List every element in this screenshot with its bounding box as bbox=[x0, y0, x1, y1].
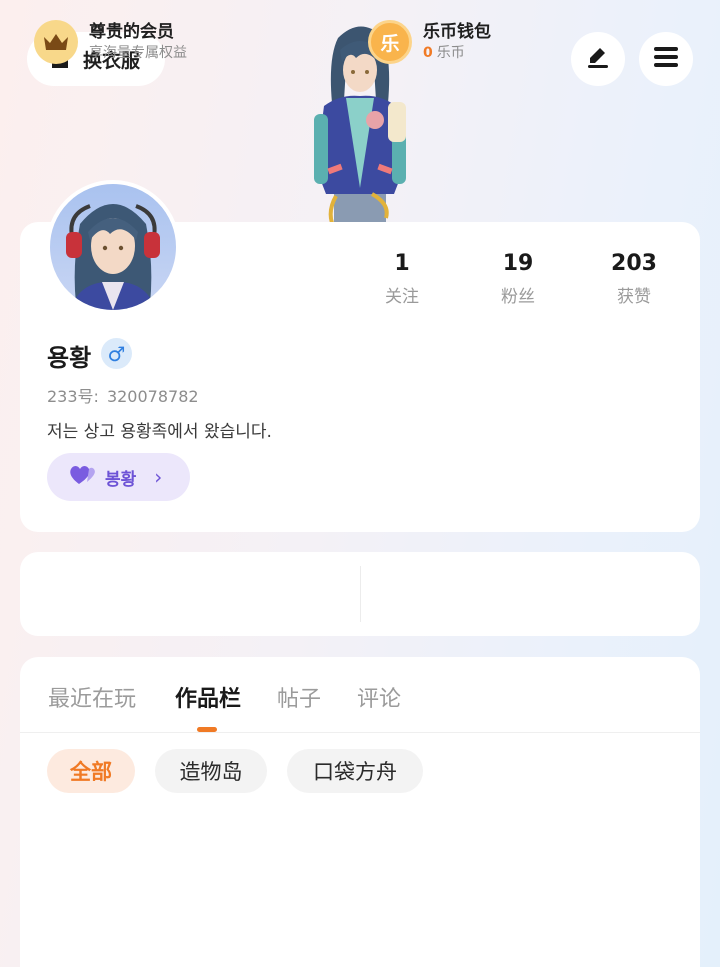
benefits-divider bbox=[360, 566, 361, 622]
tab-comments[interactable]: 评论 bbox=[357, 681, 401, 713]
coin-wallet-balance: 0 乐币 bbox=[423, 43, 491, 63]
stat-following[interactable]: 1 关注 bbox=[362, 250, 442, 307]
tabs-divider bbox=[20, 732, 700, 733]
chevron-right-icon: › bbox=[154, 465, 163, 489]
coin-wallet-entry[interactable]: 乐 乐币钱包 0 乐币 bbox=[368, 20, 491, 64]
menu-button[interactable] bbox=[639, 32, 693, 86]
filter-creation-island[interactable]: 造物岛 bbox=[155, 749, 267, 793]
male-gender-icon: ♂ bbox=[101, 338, 132, 369]
tab-works[interactable]: 作品栏 bbox=[175, 681, 241, 713]
user-id-value: 320078782 bbox=[106, 387, 199, 406]
username: 용황 bbox=[47, 344, 92, 372]
followers-label: 粉丝 bbox=[501, 287, 535, 307]
crown-icon bbox=[34, 20, 78, 64]
guardian-tag-button[interactable]: 봉황 › bbox=[47, 453, 190, 501]
heart-icon bbox=[69, 464, 97, 491]
user-id-line: 233号: 320078782 bbox=[47, 383, 207, 407]
edit-pen-icon bbox=[585, 44, 611, 74]
avatar[interactable] bbox=[46, 180, 180, 314]
tab-posts[interactable]: 帖子 bbox=[277, 681, 321, 713]
edit-profile-button[interactable] bbox=[571, 32, 625, 86]
coin-balance-unit: 乐币 bbox=[436, 45, 465, 61]
guardian-tag-label: 봉황 bbox=[105, 469, 137, 490]
followers-count: 19 bbox=[502, 251, 534, 276]
vip-member-subtitle: 享海量专属权益 bbox=[89, 45, 187, 61]
stat-likes[interactable]: 203 获赞 bbox=[594, 250, 674, 307]
coin-balance-amount: 0 bbox=[423, 45, 433, 61]
filter-all[interactable]: 全部 bbox=[47, 749, 135, 793]
coin-wallet-title: 乐币钱包 bbox=[423, 22, 491, 42]
vip-member-title: 尊贵的会员 bbox=[89, 22, 174, 42]
user-id-label: 233号: bbox=[47, 387, 99, 406]
user-bio: 저는 상고 용황족에서 왔습니다. bbox=[47, 422, 272, 442]
tab-recently-played[interactable]: 最近在玩 bbox=[48, 681, 136, 713]
following-label: 关注 bbox=[385, 287, 419, 307]
stat-followers[interactable]: 19 粉丝 bbox=[478, 250, 558, 307]
benefits-card bbox=[20, 552, 700, 636]
likes-label: 获赞 bbox=[617, 287, 651, 307]
hamburger-menu-icon bbox=[653, 46, 679, 72]
following-count: 1 bbox=[394, 251, 410, 276]
vip-member-entry[interactable]: 尊贵的会员 享海量专属权益 bbox=[34, 20, 187, 64]
likes-count: 203 bbox=[611, 251, 657, 276]
filter-pocket-ark[interactable]: 口袋方舟 bbox=[287, 749, 423, 793]
coin-icon: 乐 bbox=[368, 20, 412, 64]
